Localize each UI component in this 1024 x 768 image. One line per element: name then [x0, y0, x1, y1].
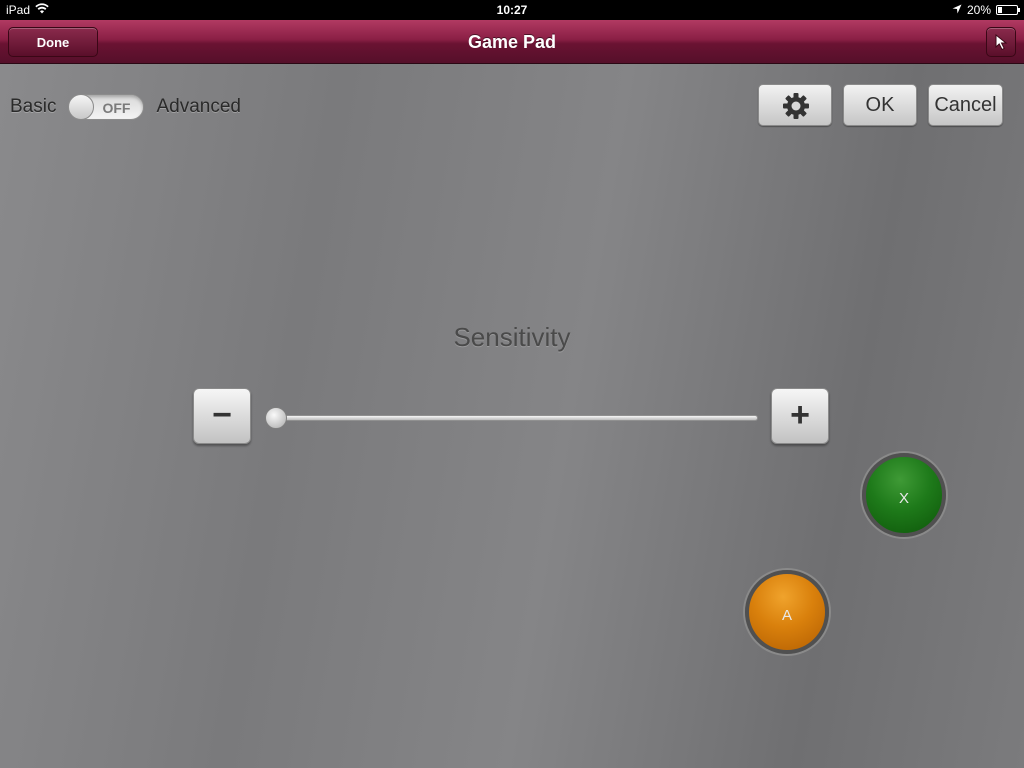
cursor-arrow-icon [995, 33, 1008, 51]
page-title: Game Pad [467, 32, 557, 52]
basic-label: Basic [10, 96, 57, 117]
x-button[interactable]: X [862, 453, 946, 537]
location-arrow-icon [952, 3, 962, 17]
sensitivity-slider-thumb[interactable] [265, 407, 287, 429]
toggle-state-label: OFF [102, 100, 131, 116]
increase-sensitivity-button[interactable]: + [771, 388, 829, 444]
advanced-label: Advanced [156, 96, 241, 117]
battery-percent: 20% [966, 3, 991, 17]
decrease-sensitivity-button[interactable]: − [193, 388, 251, 444]
mode-toggle[interactable]: OFF [68, 94, 145, 120]
mode-switch-row: Basic OFF Advanced [10, 94, 241, 120]
ok-button[interactable]: OK [843, 84, 917, 126]
status-time: 10:27 [496, 3, 528, 17]
cursor-button[interactable] [986, 27, 1016, 57]
status-bar: iPad 10:27 20% [0, 0, 1024, 20]
cancel-button[interactable]: Cancel [928, 84, 1003, 126]
sensitivity-slider-track[interactable] [276, 415, 758, 421]
a-button[interactable]: A [745, 570, 829, 654]
gear-icon [783, 93, 809, 119]
toggle-knob [68, 94, 95, 120]
nav-bar: Done Game Pad [0, 20, 1024, 64]
battery-icon [996, 5, 1020, 15]
settings-button[interactable] [758, 84, 832, 126]
status-right: 20% [952, 3, 1020, 17]
sensitivity-label: Sensitivity [453, 322, 571, 352]
main-area: Basic OFF Advanced OK Cancel Sensitivity [0, 64, 1024, 768]
battery-fill [998, 7, 1002, 13]
